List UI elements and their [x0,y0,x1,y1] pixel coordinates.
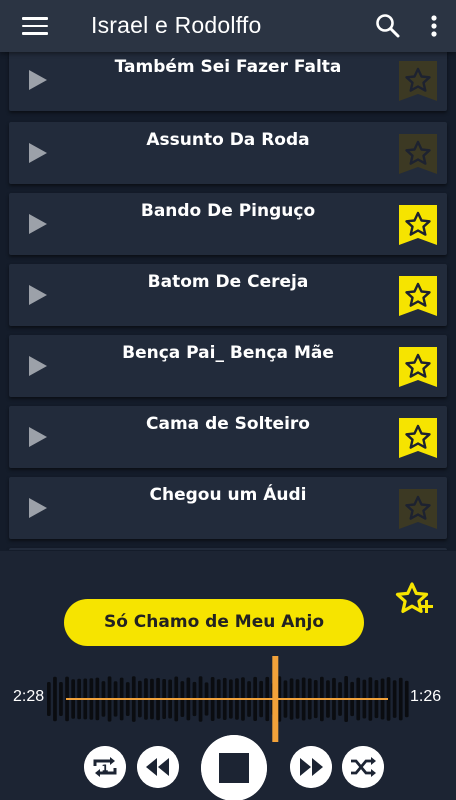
fast-forward-icon[interactable] [290,746,332,788]
star-add-icon[interactable] [394,581,434,621]
remaining-time: 1:26 [410,688,442,705]
song-title: Também Sei Fazer Falta [114,57,342,77]
rewind-icon[interactable] [137,746,179,788]
search-icon[interactable] [375,13,401,39]
song-title: Chegou um Áudi [149,485,307,505]
play-icon[interactable] [29,498,47,518]
play-icon[interactable] [29,427,47,447]
more-vert-icon[interactable] [424,14,444,38]
stop-icon[interactable] [201,735,267,800]
play-icon[interactable] [29,356,47,376]
app-title: Israel e Rodolffo [91,12,262,38]
favorite-star-icon[interactable] [399,418,437,458]
waveform-bar [392,680,397,718]
waveform-bar [47,682,51,716]
now-playing-button[interactable]: Só Chamo de Meu Anjo [64,599,364,646]
seek-thumb[interactable] [272,656,279,742]
song-title: Assunto Da Roda [146,130,310,150]
song-title: Bença Pai_ Bença Mãe [122,343,334,363]
play-icon[interactable] [29,70,47,90]
favorite-star-icon[interactable] [399,276,437,316]
favorite-star-icon[interactable] [399,61,437,101]
player-panel: Só Chamo de Meu Anjo 2:28 1:26 1 [0,551,456,800]
song-title: Bando De Pinguço [140,201,316,221]
hamburger-menu-icon[interactable] [22,17,48,35]
song-item[interactable]: Chegou um Áudi [9,477,447,539]
play-icon[interactable] [29,285,47,305]
waveform-bar [404,680,409,718]
favorite-star-icon[interactable] [399,205,437,245]
song-item[interactable]: Bando De Pinguço [9,193,447,255]
song-item[interactable]: Bença Pai_ Bença Mãe [9,335,447,397]
song-item[interactable]: Batom De Cereja [9,264,447,326]
favorite-star-icon[interactable] [399,489,437,529]
waveform-bar [59,682,63,716]
elapsed-time: 2:28 [13,688,45,705]
song-list[interactable]: Também Sei Fazer Falta Assunto Da Roda B… [0,52,456,550]
svg-text:1: 1 [102,764,109,775]
favorite-star-icon[interactable] [399,347,437,387]
song-item[interactable]: Também Sei Fazer Falta [9,52,447,111]
play-icon[interactable] [29,214,47,234]
play-icon[interactable] [29,143,47,163]
song-title: Batom De Cereja [147,272,309,292]
song-item[interactable]: Cama de Solteiro [9,406,447,468]
waveform-bar [398,677,403,721]
song-title: Cama de Solteiro [146,414,310,434]
song-item[interactable]: Assunto Da Roda [9,122,447,184]
waveform-bar [53,676,57,722]
repeat-one-icon[interactable]: 1 [84,746,126,788]
app-bar: Israel e Rodolffo [0,0,456,52]
song-item[interactable] [9,548,447,550]
waveform-seekbar[interactable] [46,654,410,744]
shuffle-icon[interactable] [342,746,384,788]
favorite-star-icon[interactable] [399,134,437,174]
